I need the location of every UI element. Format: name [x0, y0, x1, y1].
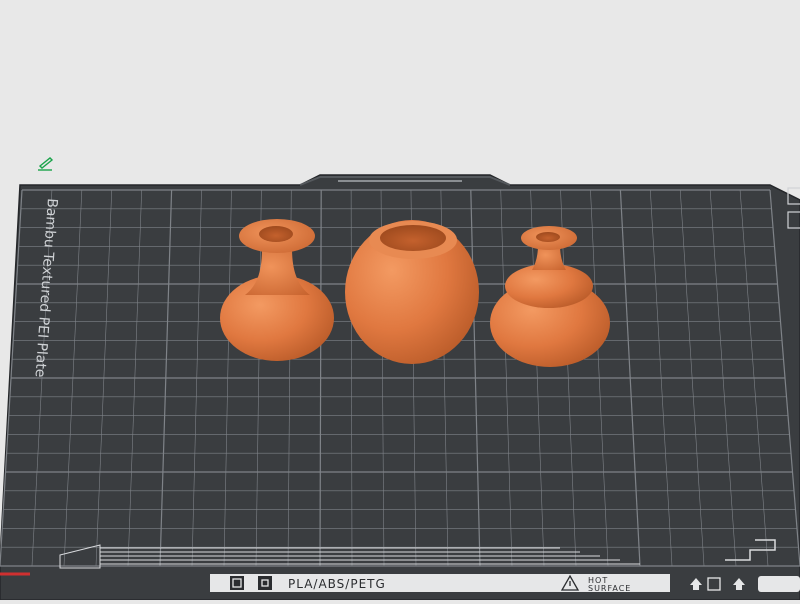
recycle-icon [230, 576, 244, 590]
hot-surface-line2: SURFACE [588, 584, 631, 593]
object-vase-2[interactable] [345, 220, 479, 364]
pencil-icon[interactable] [38, 157, 54, 171]
square-icon [258, 576, 272, 590]
filament-label: PLA/ABS/PETG [288, 577, 386, 591]
3d-viewport[interactable]: Bambu Textured PEI Plate PLA/ABS/PETG HO… [0, 0, 800, 601]
